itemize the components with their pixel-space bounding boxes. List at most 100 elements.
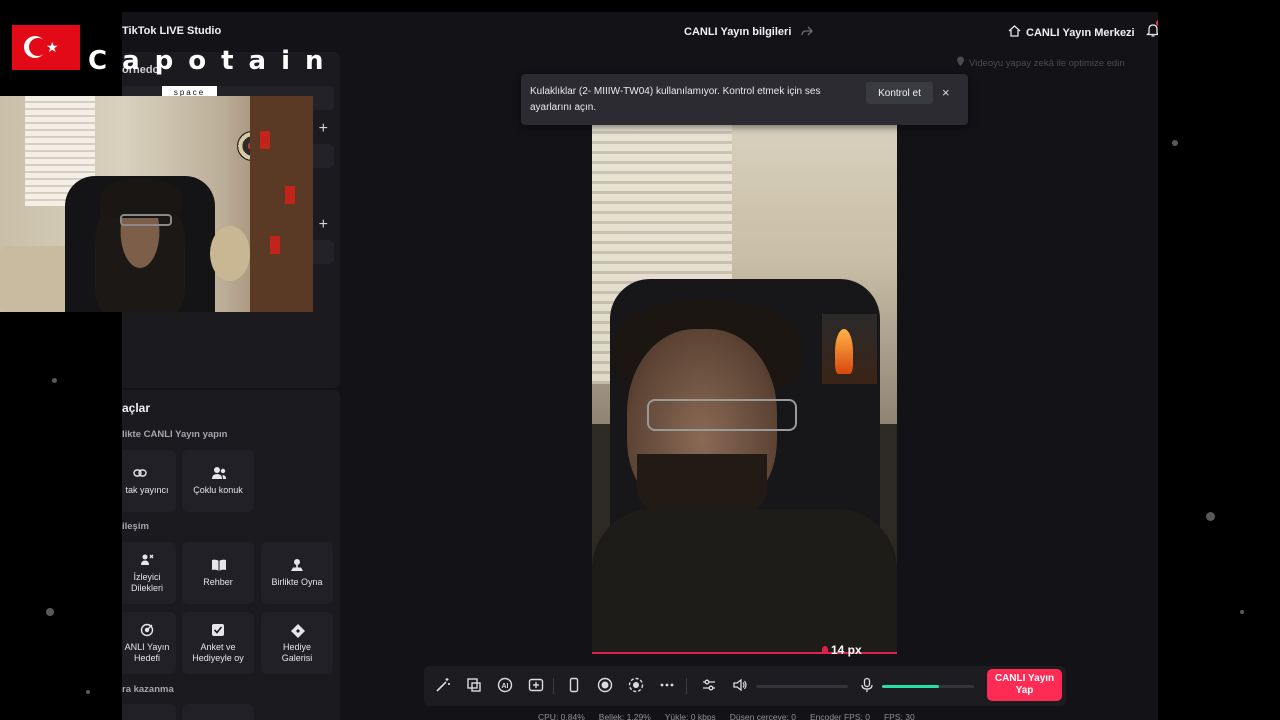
- status-memory: Bellek: 1.29%: [598, 712, 651, 720]
- ai-optimize-hint[interactable]: Videoyu yapay zekâ ile optimize edin: [956, 56, 1125, 70]
- background-star: [1206, 512, 1215, 521]
- close-icon[interactable]: ×: [942, 85, 950, 100]
- live-center-label: CANLI Yayın Merkezi: [1026, 26, 1135, 39]
- tool-play-together[interactable]: Birlikte Oyna: [261, 542, 333, 604]
- live-preview[interactable]: [592, 124, 897, 654]
- tool-label: İzleyici Dilekleri: [130, 571, 163, 593]
- microphone-icon[interactable]: [858, 677, 876, 695]
- webcam-shelf: [250, 96, 313, 312]
- tool-guide[interactable]: Rehber: [182, 542, 254, 604]
- camera-focus-icon[interactable]: [627, 677, 645, 695]
- tool-gift-gallery[interactable]: Hediye Galerisi: [261, 612, 333, 674]
- tool-poll[interactable]: Anket ve Hediyeyle oy: [182, 612, 254, 674]
- speaker-volume-slider[interactable]: [756, 685, 848, 688]
- tool-label: tak yayıncı: [125, 485, 169, 495]
- tool-live-goal[interactable]: ANLI Yayın Hedefi: [122, 612, 176, 674]
- marker-pin-icon: [822, 646, 828, 654]
- record-icon[interactable]: [596, 677, 614, 695]
- turkish-flag-icon: ★: [12, 25, 80, 70]
- toolbar-divider: [686, 678, 687, 694]
- shelf-item: [270, 236, 280, 254]
- screen: TikTok LIVE Studio CANLI Yayın bilgileri…: [0, 0, 1280, 720]
- gift-gallery-icon: [290, 623, 305, 638]
- streamer-brand-logo: Capotain: [88, 46, 339, 76]
- webcam-overlay: [0, 96, 313, 312]
- status-encoder-fps: Encoder FPS: 0: [809, 712, 870, 720]
- tool-viewer-wishes[interactable]: İzleyici Dilekleri: [122, 542, 176, 604]
- webcam-lamp: [210, 226, 250, 281]
- notification-dot: [1156, 20, 1158, 26]
- more-icon[interactable]: [658, 677, 676, 695]
- background-star: [86, 690, 90, 694]
- svg-text:AI: AI: [502, 683, 509, 690]
- section-label-interaction: ileşim: [122, 521, 149, 532]
- tool-earn[interactable]: [182, 704, 254, 720]
- ai-icon[interactable]: AI: [496, 677, 514, 695]
- home-icon: [1008, 25, 1021, 40]
- tool-label: Çoklu konuk: [193, 485, 243, 495]
- checklist-icon: [211, 623, 225, 637]
- status-fps: FPS: 30: [883, 712, 915, 720]
- magic-wand-icon[interactable]: [434, 677, 452, 695]
- preview-glasses: [647, 399, 797, 431]
- tool-label: Birlikte Oyna: [271, 577, 323, 587]
- status-dropped-frames: Düşen çerçeve: 0: [729, 712, 796, 720]
- share-icon[interactable]: [801, 25, 814, 39]
- background-star: [1240, 610, 1244, 614]
- wishes-icon: [140, 553, 154, 567]
- microphone-level-fill: [882, 685, 940, 688]
- status-bar: CPU: 0.84% Bellek: 1.29% Yükle: 0 kbps D…: [538, 712, 915, 720]
- tool-label: ANLI Yayın Hedefi: [124, 641, 170, 663]
- tool-label: Hediye Galerisi: [281, 641, 313, 663]
- section-label-together: likte CANLI Yayın yapın: [122, 429, 228, 440]
- joystick-icon: [290, 558, 304, 572]
- section-label-earn: ra kazanma: [122, 684, 174, 695]
- add-source-icon[interactable]: [465, 677, 483, 695]
- stream-info-label: CANLI Yayın bilgileri: [684, 26, 792, 38]
- app-title: TikTok LIVE Studio: [122, 25, 222, 37]
- go-live-button[interactable]: CANLI Yayın Yap: [987, 669, 1062, 701]
- preview-shirt: [592, 509, 897, 654]
- size-marker-label: 14 px: [831, 643, 862, 657]
- location-pin-icon: [956, 56, 965, 70]
- webcam-sofa: [0, 246, 75, 312]
- link-icon: [133, 466, 147, 480]
- tool-earn[interactable]: [122, 704, 176, 720]
- tool-label: Rehber: [203, 577, 233, 587]
- microphone-level-slider[interactable]: [882, 685, 974, 688]
- background-star: [1172, 140, 1178, 146]
- speaker-icon[interactable]: [731, 677, 749, 695]
- add-scene-icon[interactable]: +: [319, 120, 328, 138]
- phone-icon[interactable]: [565, 677, 583, 695]
- tool-label: Anket ve Hediyeyle oy: [192, 641, 244, 663]
- shelf-item: [285, 186, 295, 204]
- tool-multi-guest[interactable]: Çoklu konuk: [182, 450, 254, 512]
- background-star: [52, 378, 57, 383]
- people-icon: [211, 466, 226, 480]
- status-cpu: CPU: 0.84%: [538, 712, 585, 720]
- live-tools-panel: açlar likte CANLI Yayın yapın tak yayınc…: [122, 390, 340, 720]
- flag-star-icon: ★: [46, 39, 59, 55]
- check-button[interactable]: Kontrol et: [866, 82, 933, 104]
- tools-panel-title: açlar: [122, 401, 151, 415]
- add-source-icon[interactable]: +: [319, 216, 328, 234]
- bottom-toolbar: AI CANLI Yayın Yap: [424, 666, 1066, 706]
- flag-crescent-cut: [29, 38, 47, 56]
- sliders-icon[interactable]: [700, 677, 718, 695]
- layout-icon[interactable]: [527, 677, 545, 695]
- webcam-streamer-glasses: [120, 214, 172, 226]
- target-icon: [140, 623, 154, 637]
- size-marker[interactable]: 14 px: [822, 643, 862, 657]
- headphones-warning-toast: Kulaklıklar (2- MIIIW-TW04) kullanılamıy…: [521, 74, 968, 125]
- webcam-streamer-hair: [100, 178, 182, 218]
- background-star: [46, 608, 54, 616]
- notification-bell-icon[interactable]: [1145, 20, 1158, 38]
- live-center-button[interactable]: CANLI Yayın Merkezi: [1008, 25, 1135, 40]
- preview-flame: [835, 329, 853, 374]
- status-upload: Yükle: 0 kbps: [664, 712, 716, 720]
- stream-info-button[interactable]: CANLI Yayın bilgileri: [684, 25, 814, 39]
- tool-co-host[interactable]: tak yayıncı: [122, 450, 176, 512]
- toast-message: Kulaklıklar (2- MIIIW-TW04) kullanılamıy…: [530, 86, 821, 113]
- toolbar-divider: [553, 678, 554, 694]
- shelf-item: [260, 131, 270, 149]
